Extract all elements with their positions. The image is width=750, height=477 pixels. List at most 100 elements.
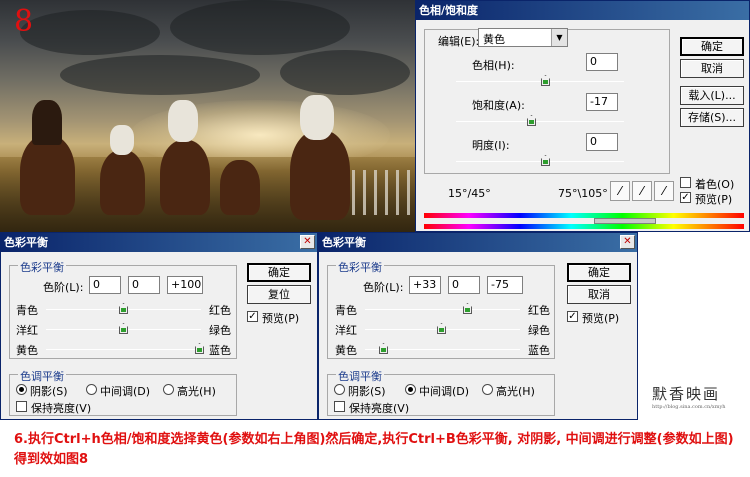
levels-input-yellow-blue[interactable]: -75 (487, 276, 523, 294)
edit-dropdown-value: 黄色 (483, 33, 505, 46)
blue-label: 蓝色 (209, 344, 231, 357)
group-label: 色彩平衡 (18, 259, 66, 275)
blue-label: 蓝色 (528, 344, 550, 357)
step-number: 8 (14, 4, 34, 39)
horse (290, 130, 350, 220)
hue-label: 色相(H): (472, 59, 515, 72)
levels-label: 色阶(L): (43, 281, 84, 294)
rider (110, 125, 134, 155)
hue-saturation-group (424, 29, 670, 174)
shadows-label: 阴影(S) (30, 385, 68, 398)
hue-input[interactable]: 0 (586, 53, 618, 71)
dialog-title: 色相/饱和度 (419, 4, 479, 17)
preview-checkbox[interactable]: ✓ (567, 311, 578, 322)
midtones-radio[interactable] (405, 384, 416, 395)
dialog-titlebar: 色相/饱和度 (416, 1, 749, 20)
levels-input-magenta-green[interactable]: 0 (128, 276, 160, 294)
shadows-radio[interactable] (334, 384, 345, 395)
yellow-blue-slider-track[interactable] (365, 349, 520, 350)
dialog-title: 色彩平衡 (4, 236, 48, 249)
highlights-radio[interactable] (482, 384, 493, 395)
saturation-slider-track[interactable] (456, 121, 624, 122)
magenta-label: 洋红 (335, 324, 357, 337)
edit-label: 编辑(E): (438, 35, 480, 48)
reset-button[interactable]: 复位 (247, 285, 311, 304)
dialog-title: 色彩平衡 (322, 236, 366, 249)
lightness-label: 明度(I): (472, 139, 510, 152)
preserve-luminosity-label: 保持亮度(V) (31, 402, 92, 415)
chevron-down-icon: ▼ (551, 29, 567, 46)
lightness-input[interactable]: 0 (586, 133, 618, 151)
cyan-red-slider-track[interactable] (365, 309, 520, 310)
yellow-label: 黄色 (16, 344, 38, 357)
levels-input-magenta-green[interactable]: 0 (448, 276, 480, 294)
shadows-radio[interactable] (16, 384, 27, 395)
horse (160, 140, 210, 215)
shadows-label: 阴影(S) (348, 385, 386, 398)
green-label: 绿色 (209, 324, 231, 337)
red-label: 红色 (209, 304, 231, 317)
preview-label: 预览(P) (695, 193, 733, 206)
lightness-slider-track[interactable] (456, 161, 624, 162)
caption-line-2: 得到效如图8 (14, 452, 89, 467)
preview-label: 预览(P) (262, 312, 300, 325)
horse (20, 135, 75, 215)
midtones-radio[interactable] (86, 384, 97, 395)
save-button[interactable]: 存储(S)... (680, 108, 744, 127)
dialog-titlebar: 色彩平衡 ✕ (1, 233, 317, 252)
ok-button[interactable]: 确定 (247, 263, 311, 282)
horse (100, 150, 145, 215)
hue-saturation-dialog: 色相/饱和度 编辑(E): 黄色 ▼ 色相(H): 0 饱和度(A): -17 … (415, 0, 750, 232)
red-label: 红色 (528, 304, 550, 317)
preview-checkbox[interactable]: ✓ (680, 192, 691, 203)
group-label: 色调平衡 (336, 368, 384, 384)
close-icon[interactable]: ✕ (620, 235, 635, 249)
preserve-luminosity-label: 保持亮度(V) (349, 402, 410, 415)
preserve-luminosity-checkbox[interactable] (16, 401, 27, 412)
cyan-label: 青色 (16, 304, 38, 317)
eyedropper-minus-icon[interactable]: ⁄ (654, 181, 674, 201)
highlights-label: 高光(H) (496, 385, 535, 398)
hue-slider-track[interactable] (456, 81, 624, 82)
colorize-checkbox[interactable] (680, 177, 691, 188)
adjusted-spectrum-bar (424, 224, 744, 229)
ok-button[interactable]: 确定 (567, 263, 631, 282)
cyan-label: 青色 (335, 304, 357, 317)
rider (168, 100, 198, 142)
highlights-label: 高光(H) (177, 385, 216, 398)
tutorial-caption: 6.执行Ctrl+h色相/饱和度选择黄色(参数如右上角图)然后确定,执行Ctrl… (14, 430, 734, 470)
yellow-blue-slider-track[interactable] (46, 349, 201, 350)
highlights-radio[interactable] (163, 384, 174, 395)
range-slider-bar[interactable] (594, 218, 656, 224)
levels-input-yellow-blue[interactable]: +100 (167, 276, 203, 294)
cancel-button[interactable]: 取消 (680, 59, 744, 78)
magenta-label: 洋红 (16, 324, 38, 337)
midtones-label: 中间调(D) (419, 385, 470, 398)
range-left-readout: 15°/45° (448, 187, 491, 200)
eyedropper-plus-icon[interactable]: ⁄ (632, 181, 652, 201)
levels-input-cyan-red[interactable]: +33 (409, 276, 441, 294)
edit-dropdown[interactable]: 黄色 ▼ (478, 28, 568, 47)
horse (220, 160, 260, 215)
watermark-url: http://blog.sina.com.cn/xmyh (652, 404, 726, 410)
rider (32, 100, 62, 145)
cancel-button[interactable]: 取消 (567, 285, 631, 304)
ok-button[interactable]: 确定 (680, 37, 744, 56)
load-button[interactable]: 载入(L)... (680, 86, 744, 105)
green-label: 绿色 (528, 324, 550, 337)
range-right-readout: 75°\105° (558, 187, 608, 200)
group-label: 色调平衡 (18, 368, 66, 384)
close-icon[interactable]: ✕ (300, 235, 315, 249)
cloud-shape (20, 10, 160, 55)
cloud-shape (170, 0, 350, 55)
preview-checkbox[interactable]: ✓ (247, 311, 258, 322)
horse-riders-photo: 8 (0, 0, 415, 232)
levels-input-cyan-red[interactable]: 0 (89, 276, 121, 294)
preserve-luminosity-checkbox[interactable] (334, 401, 345, 412)
saturation-input[interactable]: -17 (586, 93, 618, 111)
saturation-label: 饱和度(A): (472, 99, 525, 112)
colorize-label: 着色(O) (695, 178, 735, 191)
color-balance-dialog-midtones: 色彩平衡 ✕ 色彩平衡 色阶(L): +33 0 -75 青色 红色 洋红 绿色… (318, 232, 638, 420)
eyedropper-icon[interactable]: ⁄ (610, 181, 630, 201)
dialog-titlebar: 色彩平衡 ✕ (319, 233, 637, 252)
